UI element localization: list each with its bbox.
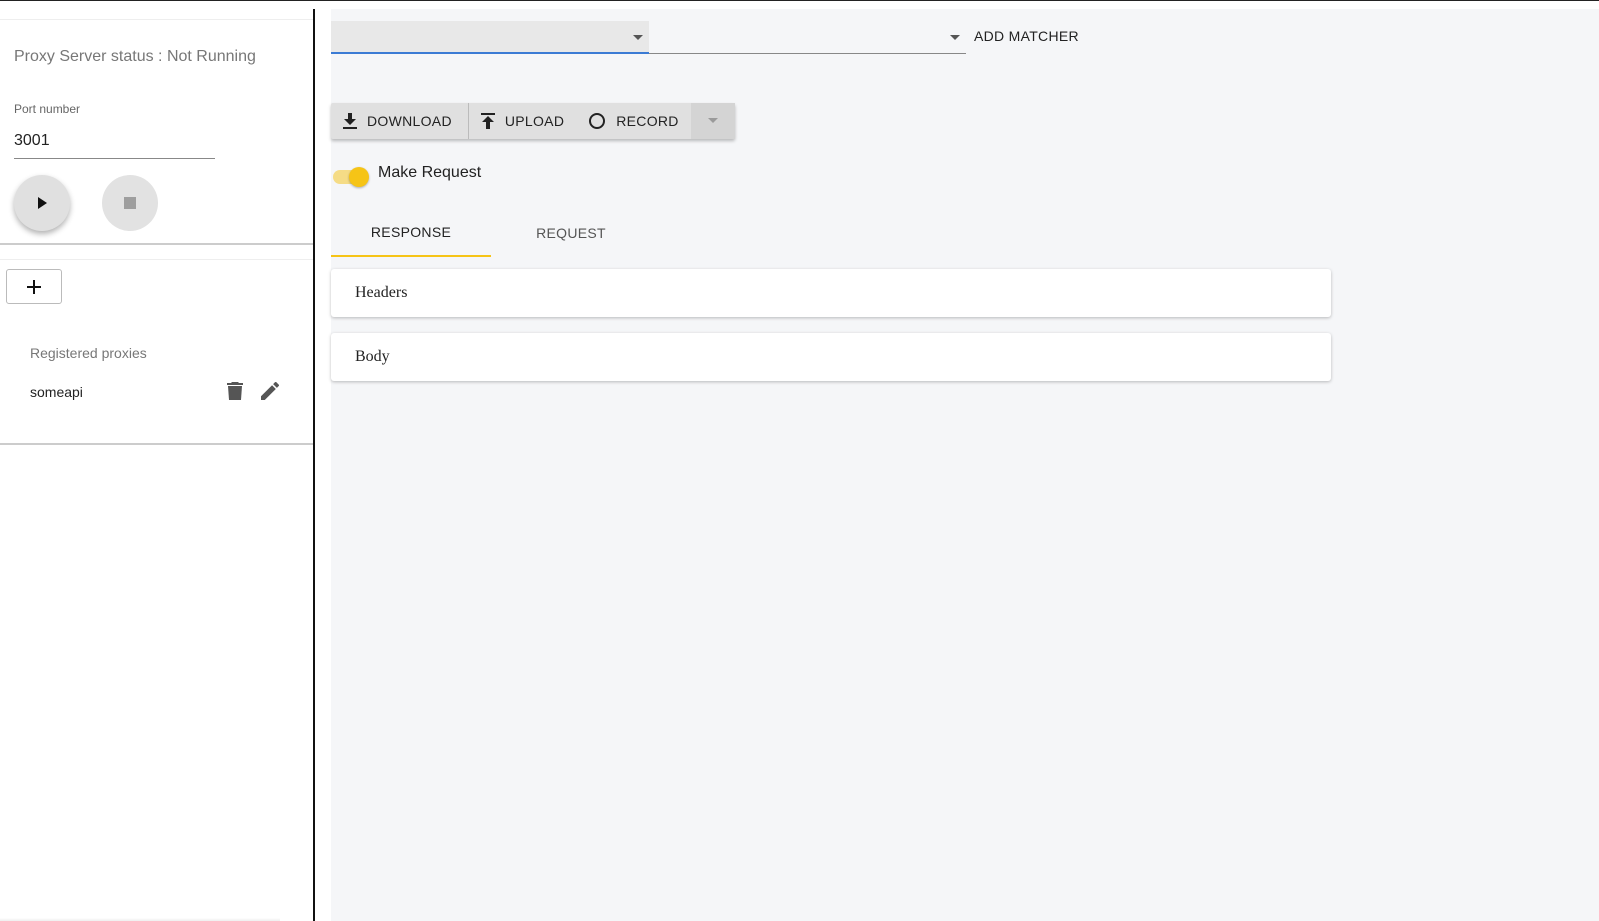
registered-proxies-title: Registered proxies (30, 345, 147, 361)
trash-icon (227, 382, 243, 400)
proxy-list-item[interactable]: someapi (30, 377, 290, 407)
matcher-select-secondary[interactable] (649, 21, 966, 54)
action-button-group: DOWNLOAD UPLOAD RECORD (331, 103, 735, 139)
headers-panel-title: Headers (355, 284, 408, 301)
delete-proxy-button[interactable] (223, 379, 247, 403)
toggle-thumb (349, 167, 369, 187)
chevron-down-icon (633, 35, 643, 40)
add-matcher-button[interactable]: ADD MATCHER (974, 28, 1079, 44)
make-request-toggle[interactable] (331, 165, 371, 189)
top-border (0, 0, 1599, 1)
more-options-dropdown[interactable] (690, 103, 735, 139)
upload-label: UPLOAD (504, 113, 565, 129)
port-number-input[interactable] (14, 123, 215, 159)
tab-request[interactable]: REQUEST (491, 209, 651, 257)
body-panel[interactable]: Body (331, 333, 1331, 381)
proxy-name: someapi (30, 384, 83, 400)
server-control-card: Proxy Server status : Not Running Port n… (0, 19, 313, 245)
proxies-card: Registered proxies someapi (0, 259, 313, 445)
chevron-down-icon (950, 35, 960, 40)
download-icon (343, 113, 357, 129)
body-panel-title: Body (355, 348, 390, 365)
port-number-label: Port number (14, 102, 81, 116)
start-server-button[interactable] (14, 175, 70, 231)
download-label: DOWNLOAD (367, 113, 452, 129)
add-proxy-button[interactable] (6, 269, 62, 304)
record-button[interactable]: RECORD (576, 103, 690, 139)
proxy-server-status: Proxy Server status : Not Running (14, 48, 256, 65)
main-content: ADD MATCHER DOWNLOAD UPLOAD RECORD Make … (331, 9, 1599, 921)
plus-icon (27, 279, 41, 294)
upload-button[interactable]: UPLOAD (469, 103, 576, 139)
tab-response[interactable]: RESPONSE (331, 209, 491, 257)
matcher-select-primary[interactable] (331, 21, 649, 54)
record-label: RECORD (616, 113, 679, 129)
stop-server-button[interactable] (102, 175, 158, 231)
record-icon (589, 113, 606, 129)
download-button[interactable]: DOWNLOAD (331, 103, 469, 139)
headers-panel[interactable]: Headers (331, 269, 1331, 317)
pencil-icon (261, 382, 279, 400)
upload-icon (480, 113, 495, 129)
edit-proxy-button[interactable] (258, 379, 282, 403)
make-request-label: Make Request (378, 164, 482, 181)
play-icon (38, 197, 47, 209)
chevron-down-icon (707, 118, 718, 123)
sidebar: Proxy Server status : Not Running Port n… (0, 9, 315, 921)
stop-icon (124, 197, 136, 209)
